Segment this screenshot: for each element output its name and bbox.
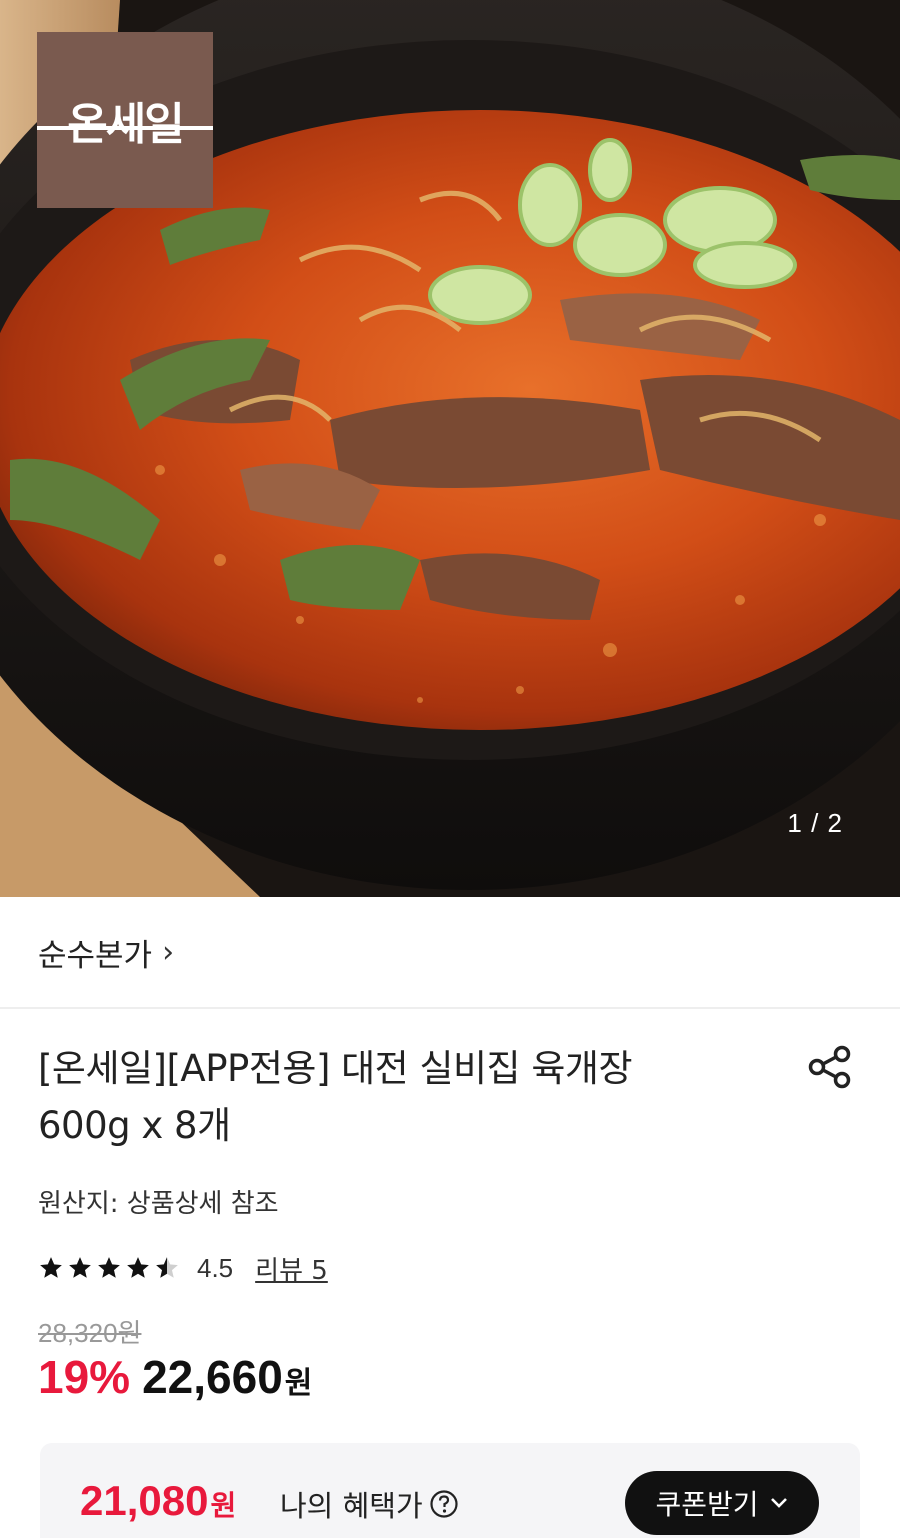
benefit-price: 21,080원	[80, 1477, 236, 1525]
image-pager-indicator: 1 / 2	[787, 808, 843, 838]
star-icon	[40, 1257, 62, 1278]
benefit-price-currency: 원	[210, 1490, 237, 1521]
product-title: [온세일][APP전용] 대전 실비집 육개장 600g x 8개	[38, 1040, 758, 1154]
question-circle-icon[interactable]	[429, 1489, 459, 1519]
benefit-price-value: 21,080	[80, 1477, 209, 1524]
chevron-right-icon: ›	[162, 934, 175, 970]
benefit-label-text: 나의 혜택가	[280, 1489, 423, 1523]
benefit-label: 나의 혜택가	[280, 1483, 459, 1525]
get-coupon-button[interactable]: 쿠폰받기	[625, 1471, 819, 1535]
share-icon[interactable]	[806, 1043, 854, 1091]
star-icon	[69, 1257, 91, 1278]
rating-value: 4.5	[197, 1252, 234, 1283]
rating-row: 4.5 리뷰 5	[38, 1248, 328, 1288]
get-coupon-label: 쿠폰받기	[655, 1488, 759, 1521]
star-icon	[127, 1257, 149, 1278]
star-rating	[38, 1255, 183, 1281]
origin-info: 원산지: 상품상세 참조	[38, 1189, 279, 1219]
sale-price: 22,660	[142, 1351, 283, 1403]
price-row: 19% 22,660 원	[38, 1350, 312, 1404]
product-image-carousel[interactable]: 온세일 1 / 2	[0, 0, 900, 897]
brand-name: 순수본가	[38, 937, 153, 974]
product-title-line2: 600g x 8개	[38, 1104, 231, 1147]
brand-link[interactable]: 순수본가 ›	[0, 897, 900, 1009]
original-price: 28,320원	[38, 1318, 142, 1348]
review-count-link[interactable]: 리뷰 5	[255, 1250, 328, 1287]
chevron-down-icon	[770, 1498, 787, 1508]
discount-rate: 19%	[38, 1351, 131, 1403]
my-benefit-box: 21,080원 나의 혜택가 쿠폰받기	[40, 1443, 860, 1538]
star-icon	[98, 1257, 120, 1278]
onsale-badge: 온세일	[37, 32, 213, 208]
product-title-line1: [온세일][APP전용] 대전 실비집 육개장	[38, 1047, 632, 1090]
star-icon	[156, 1257, 178, 1278]
sale-price-currency: 원	[284, 1366, 313, 1401]
badge-text: 온세일	[67, 99, 184, 150]
